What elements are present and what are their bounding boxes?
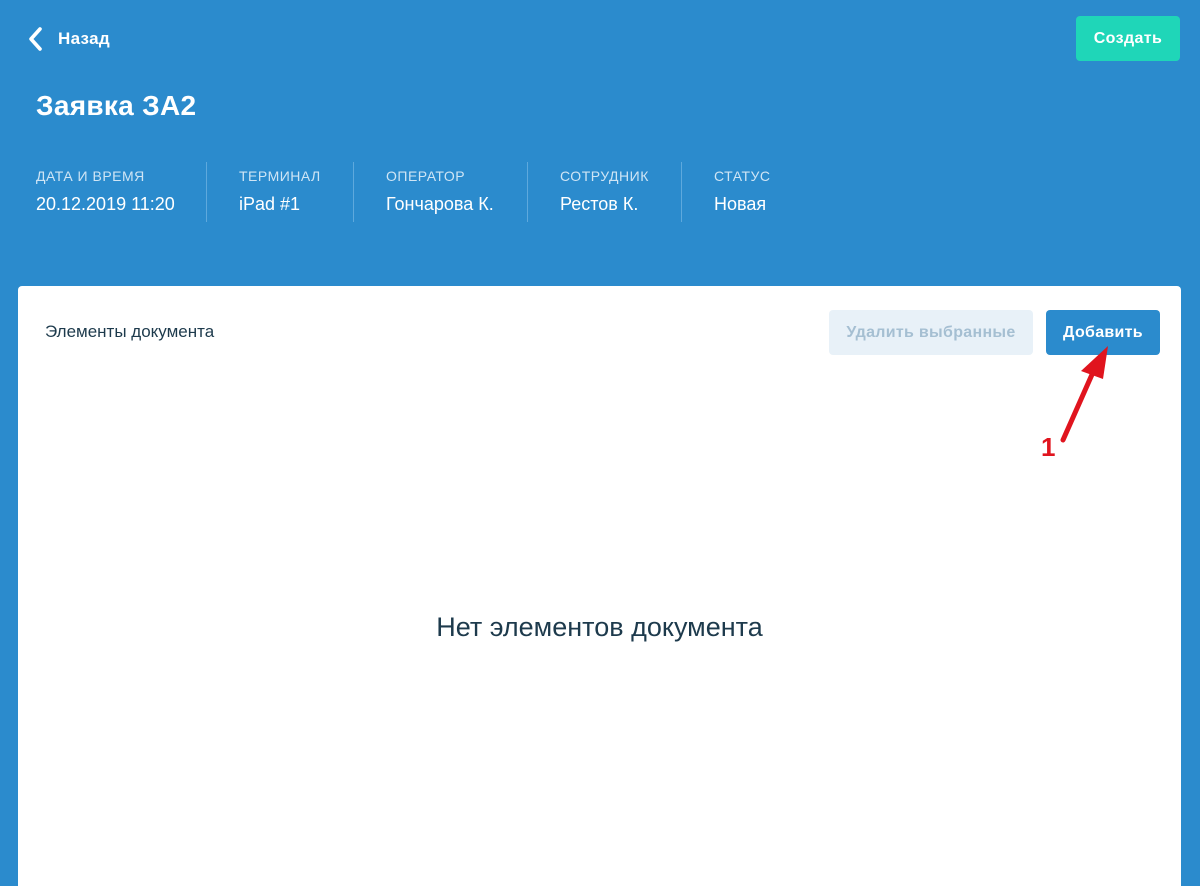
meta-label: СТАТУС bbox=[714, 168, 771, 184]
panel-title: Элементы документа bbox=[45, 322, 215, 341]
meta-divider bbox=[681, 162, 682, 222]
meta-value: Рестов К. bbox=[560, 194, 639, 214]
document-items-panel: Элементы документа Удалить выбранные Доб… bbox=[18, 286, 1181, 886]
meta-label: ОПЕРАТОР bbox=[386, 168, 466, 184]
meta-label: ТЕРМИНАЛ bbox=[239, 168, 321, 184]
meta-value: iPad #1 bbox=[239, 194, 301, 214]
create-button[interactable]: Создать bbox=[1076, 16, 1180, 61]
meta-divider bbox=[206, 162, 207, 222]
meta-value: 20.12.2019 11:20 bbox=[36, 194, 175, 214]
chevron-left-icon bbox=[29, 27, 42, 51]
meta-value: Новая bbox=[714, 194, 767, 214]
meta-value: Гончарова К. bbox=[386, 194, 494, 214]
add-button[interactable]: Добавить bbox=[1046, 310, 1160, 355]
back-label: Назад bbox=[58, 29, 110, 48]
top-bar: Назад Создать bbox=[0, 0, 1200, 80]
meta-divider bbox=[353, 162, 354, 222]
document-meta: ДАТА И ВРЕМЯ 20.12.2019 11:20 ТЕРМИНАЛ i… bbox=[0, 160, 900, 224]
page-title: Заявка ЗА2 bbox=[36, 90, 197, 121]
delete-selected-button[interactable]: Удалить выбранные bbox=[829, 310, 1033, 355]
meta-label: СОТРУДНИК bbox=[560, 168, 649, 184]
empty-state-message: Нет элементов документа bbox=[436, 612, 763, 642]
back-button[interactable]: Назад bbox=[26, 24, 110, 54]
meta-label: ДАТА И ВРЕМЯ bbox=[36, 168, 145, 184]
meta-divider bbox=[527, 162, 528, 222]
